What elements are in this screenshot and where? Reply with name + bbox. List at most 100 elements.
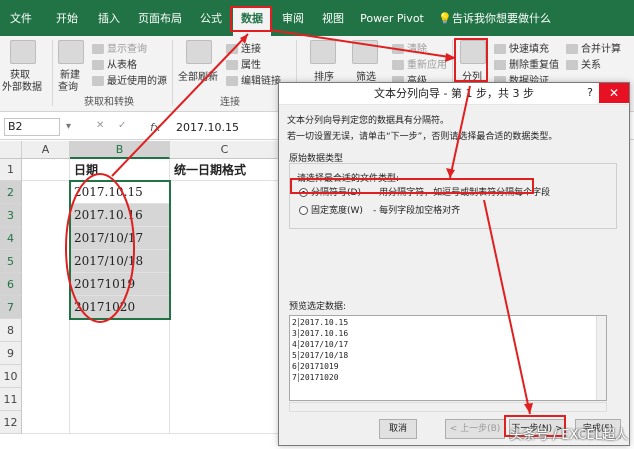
radio-delimited-label: 分隔符号(D): [311, 188, 361, 198]
reapply-label: 重新应用: [407, 60, 447, 71]
row-header-10[interactable]: 10: [0, 365, 22, 388]
row-header-12[interactable]: 12: [0, 411, 22, 434]
watermark-text: 头条号 / EXCEL超人: [509, 428, 628, 443]
refresh-all-button[interactable]: 全部刷新: [178, 68, 218, 83]
cell-b6[interactable]: 20171019: [70, 273, 170, 296]
reapply-button[interactable]: 重新应用: [392, 56, 447, 71]
preview-vertical-scrollbar[interactable]: [596, 316, 606, 400]
row-header-7[interactable]: 7: [0, 296, 22, 319]
from-table-button[interactable]: 从表格: [92, 56, 137, 71]
remove-duplicates-button[interactable]: 删除重复值: [494, 56, 559, 71]
edit-links-button[interactable]: 编辑链接: [226, 72, 281, 87]
sort-icon: [310, 40, 336, 64]
formula-input[interactable]: 2017.10.15: [176, 121, 239, 134]
show-query-label: 显示查询: [107, 44, 147, 55]
row-header-6[interactable]: 6: [0, 273, 22, 296]
name-box[interactable]: B2: [4, 118, 60, 136]
consolidate-button[interactable]: 合并计算: [566, 40, 621, 55]
name-box-dropdown-icon[interactable]: ▾: [66, 121, 71, 132]
cell-b2[interactable]: 2017.10.15: [70, 181, 170, 204]
data-preview-box[interactable]: 2 2017.10.15 3 2017.10.16 4 2017/10/17 5 201…: [289, 315, 607, 401]
preview-line: 5 2017/10/18: [292, 351, 349, 360]
preview-line: 6 20171019: [292, 362, 339, 371]
relationships-icon: [566, 60, 578, 70]
get-external-label-2[interactable]: 外部数据: [2, 78, 42, 93]
radio-fixed-width-desc: - 每列字段加空格对齐: [373, 206, 461, 216]
radio-selected-icon: [299, 188, 308, 197]
radio-fixed-width-label: 固定宽度(W): [311, 206, 363, 216]
filter-button[interactable]: 筛选: [356, 68, 376, 83]
tell-me-search[interactable]: 告诉我你想要做什么: [452, 9, 562, 29]
row-header-9[interactable]: 9: [0, 342, 22, 365]
show-query-button[interactable]: 显示查询: [92, 40, 147, 55]
new-query-label-2[interactable]: 查询: [58, 78, 78, 93]
radio-delimited-desc: - 用分隔字符，如逗号或制表符分隔每个字段: [373, 188, 551, 198]
cell-b7[interactable]: 20171020: [70, 296, 170, 319]
back-button[interactable]: < 上一步(B): [445, 419, 505, 439]
cell-c1[interactable]: 统一日期格式: [170, 159, 280, 181]
consolidate-label: 合并计算: [581, 44, 621, 55]
row-header-8[interactable]: 8: [0, 319, 22, 342]
reapply-icon: [392, 60, 404, 70]
text-to-columns-button[interactable]: 分列: [462, 68, 482, 83]
preview-line: 4 2017/10/17: [292, 340, 349, 349]
tab-home[interactable]: 开始: [52, 9, 82, 29]
cell-a1[interactable]: [22, 159, 70, 181]
row-header-5[interactable]: 5: [0, 250, 22, 273]
tab-file[interactable]: 文件: [6, 9, 36, 29]
row-header-3[interactable]: 3: [0, 204, 22, 227]
column-header-a[interactable]: A: [22, 141, 70, 159]
flash-fill-icon: [494, 44, 506, 54]
cell-b3[interactable]: 2017.10.16: [70, 204, 170, 227]
dialog-intro-line1: 文本分列向导判定您的数据具有分隔符。: [287, 116, 450, 126]
radio-delimited[interactable]: 分隔符号(D): [299, 185, 361, 198]
connections-button[interactable]: 连接: [226, 40, 261, 55]
clear-button[interactable]: 清除: [392, 40, 427, 55]
clock-icon: [92, 76, 104, 86]
row-header-2[interactable]: 2: [0, 181, 22, 204]
insert-function-button[interactable]: fx: [150, 121, 160, 134]
properties-icon: [226, 60, 238, 70]
row-header-1[interactable]: 1: [0, 159, 22, 181]
tab-insert[interactable]: 插入: [94, 9, 124, 29]
tab-power-pivot[interactable]: Power Pivot: [358, 9, 426, 29]
properties-label: 属性: [241, 60, 261, 71]
properties-button[interactable]: 属性: [226, 56, 261, 71]
tab-review[interactable]: 审阅: [278, 9, 308, 29]
tab-data[interactable]: 数据: [233, 7, 271, 36]
row-header-11[interactable]: 11: [0, 388, 22, 411]
column-a-cells[interactable]: [22, 181, 70, 434]
column-header-b[interactable]: B: [70, 141, 170, 159]
help-icon[interactable]: ?: [587, 86, 593, 99]
remove-duplicates-label: 删除重复值: [509, 60, 559, 71]
cancel-button[interactable]: 取消: [379, 419, 417, 439]
preview-horizontal-scrollbar[interactable]: [289, 402, 607, 412]
close-icon[interactable]: ✕: [599, 83, 629, 103]
clear-icon: [392, 44, 404, 54]
group-label-connections: 连接: [220, 97, 240, 108]
consolidate-icon: [566, 44, 578, 54]
column-header-c[interactable]: C: [170, 141, 280, 159]
recent-sources-button[interactable]: 最近使用的源: [92, 72, 167, 87]
column-c-cells[interactable]: [170, 181, 280, 434]
enter-icon[interactable]: ✓: [118, 120, 126, 131]
flash-fill-button[interactable]: 快速填充: [494, 40, 549, 55]
worksheet-grid[interactable]: A B C 1 2 3 4 5 6 7 8 9 10 11 12 日期 统一日期…: [0, 141, 280, 449]
choose-file-type-label: 请选择最合适的文件类型:: [297, 174, 400, 184]
sort-button[interactable]: 排序: [314, 68, 334, 83]
tab-view[interactable]: 视图: [318, 9, 348, 29]
connections-label: 连接: [241, 44, 261, 55]
tab-page-layout[interactable]: 页面布局: [134, 9, 186, 29]
cell-b5[interactable]: 2017/10/18: [70, 250, 170, 273]
relationships-button[interactable]: 关系: [566, 56, 601, 71]
radio-fixed-width[interactable]: 固定宽度(W): [299, 203, 363, 216]
row-header-4[interactable]: 4: [0, 227, 22, 250]
cell-b4[interactable]: 2017/10/17: [70, 227, 170, 250]
table-icon: [92, 44, 104, 54]
cell-b1[interactable]: 日期: [70, 159, 170, 181]
cancel-icon[interactable]: ✕: [96, 120, 104, 131]
select-all-corner[interactable]: [0, 141, 22, 159]
column-b-empty-cells[interactable]: [70, 319, 170, 434]
tab-formulas[interactable]: 公式: [196, 9, 226, 29]
preview-line: 7 20171020: [292, 373, 339, 382]
